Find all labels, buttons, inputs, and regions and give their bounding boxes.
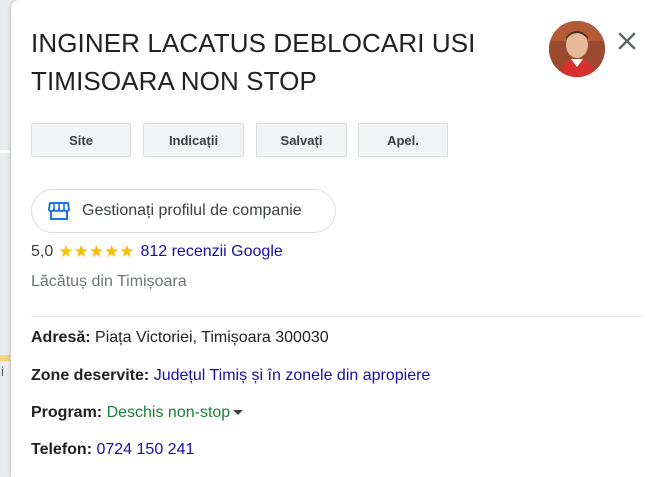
zones-label: Zone deservite: (31, 367, 150, 384)
address-value: Piața Victoriei, Timișoara 300030 (95, 329, 329, 346)
hours-row: Program: Deschis non-stop (31, 404, 244, 422)
business-title: INGINER LACATUS DEBLOCARI USI TIMISOARA … (31, 24, 531, 100)
hours-label: Program: (31, 404, 103, 421)
address-label: Adresă: (31, 329, 91, 346)
reviews-link[interactable]: 812 recenzii Google (140, 243, 282, 261)
storefront-icon (48, 200, 70, 222)
map-label: i (1, 364, 4, 379)
phone-row: Telefon: 0724 150 241 (31, 441, 194, 459)
avatar[interactable] (549, 21, 605, 77)
chevron-down-icon[interactable] (233, 410, 244, 415)
hours-status[interactable]: Deschis non-stop (107, 404, 231, 421)
business-title-line1: INGINER LACATUS DEBLOCARI USI (31, 28, 476, 58)
zones-link[interactable]: Județul Timiș și în zonele din apropiere (154, 367, 431, 384)
business-panel: INGINER LACATUS DEBLOCARI USI TIMISOARA … (11, 0, 661, 477)
divider (31, 316, 643, 317)
map-road (0, 355, 10, 361)
manage-profile-label: Gestionați profilul de companie (82, 202, 302, 219)
rating-row: 5,0 ★★★★★ 812 recenzii Google (31, 241, 283, 263)
address-row: Adresă: Piața Victoriei, Timișoara 30003… (31, 329, 329, 347)
manage-profile-button[interactable]: Gestionați profilul de companie (31, 189, 336, 233)
close-icon (618, 32, 636, 50)
call-button[interactable]: Apel. (358, 123, 448, 157)
business-category: Lăcătuș din Timișoara (31, 273, 187, 290)
website-button[interactable]: Site (31, 123, 131, 157)
star-rating-icon: ★★★★★ (58, 242, 135, 261)
phone-link[interactable]: 0724 150 241 (96, 441, 194, 458)
map-road (0, 150, 10, 153)
zones-row: Zone deservite: Județul Timiș și în zone… (31, 367, 430, 385)
phone-label: Telefon: (31, 441, 93, 458)
directions-button[interactable]: Indicații (143, 123, 244, 157)
avatar-photo-icon (549, 21, 605, 77)
business-title-line2: TIMISOARA NON STOP (31, 66, 317, 96)
map-background[interactable]: i (0, 0, 11, 477)
close-button[interactable] (612, 26, 642, 56)
save-button[interactable]: Salvați (256, 123, 347, 157)
rating-score: 5,0 (31, 243, 54, 260)
